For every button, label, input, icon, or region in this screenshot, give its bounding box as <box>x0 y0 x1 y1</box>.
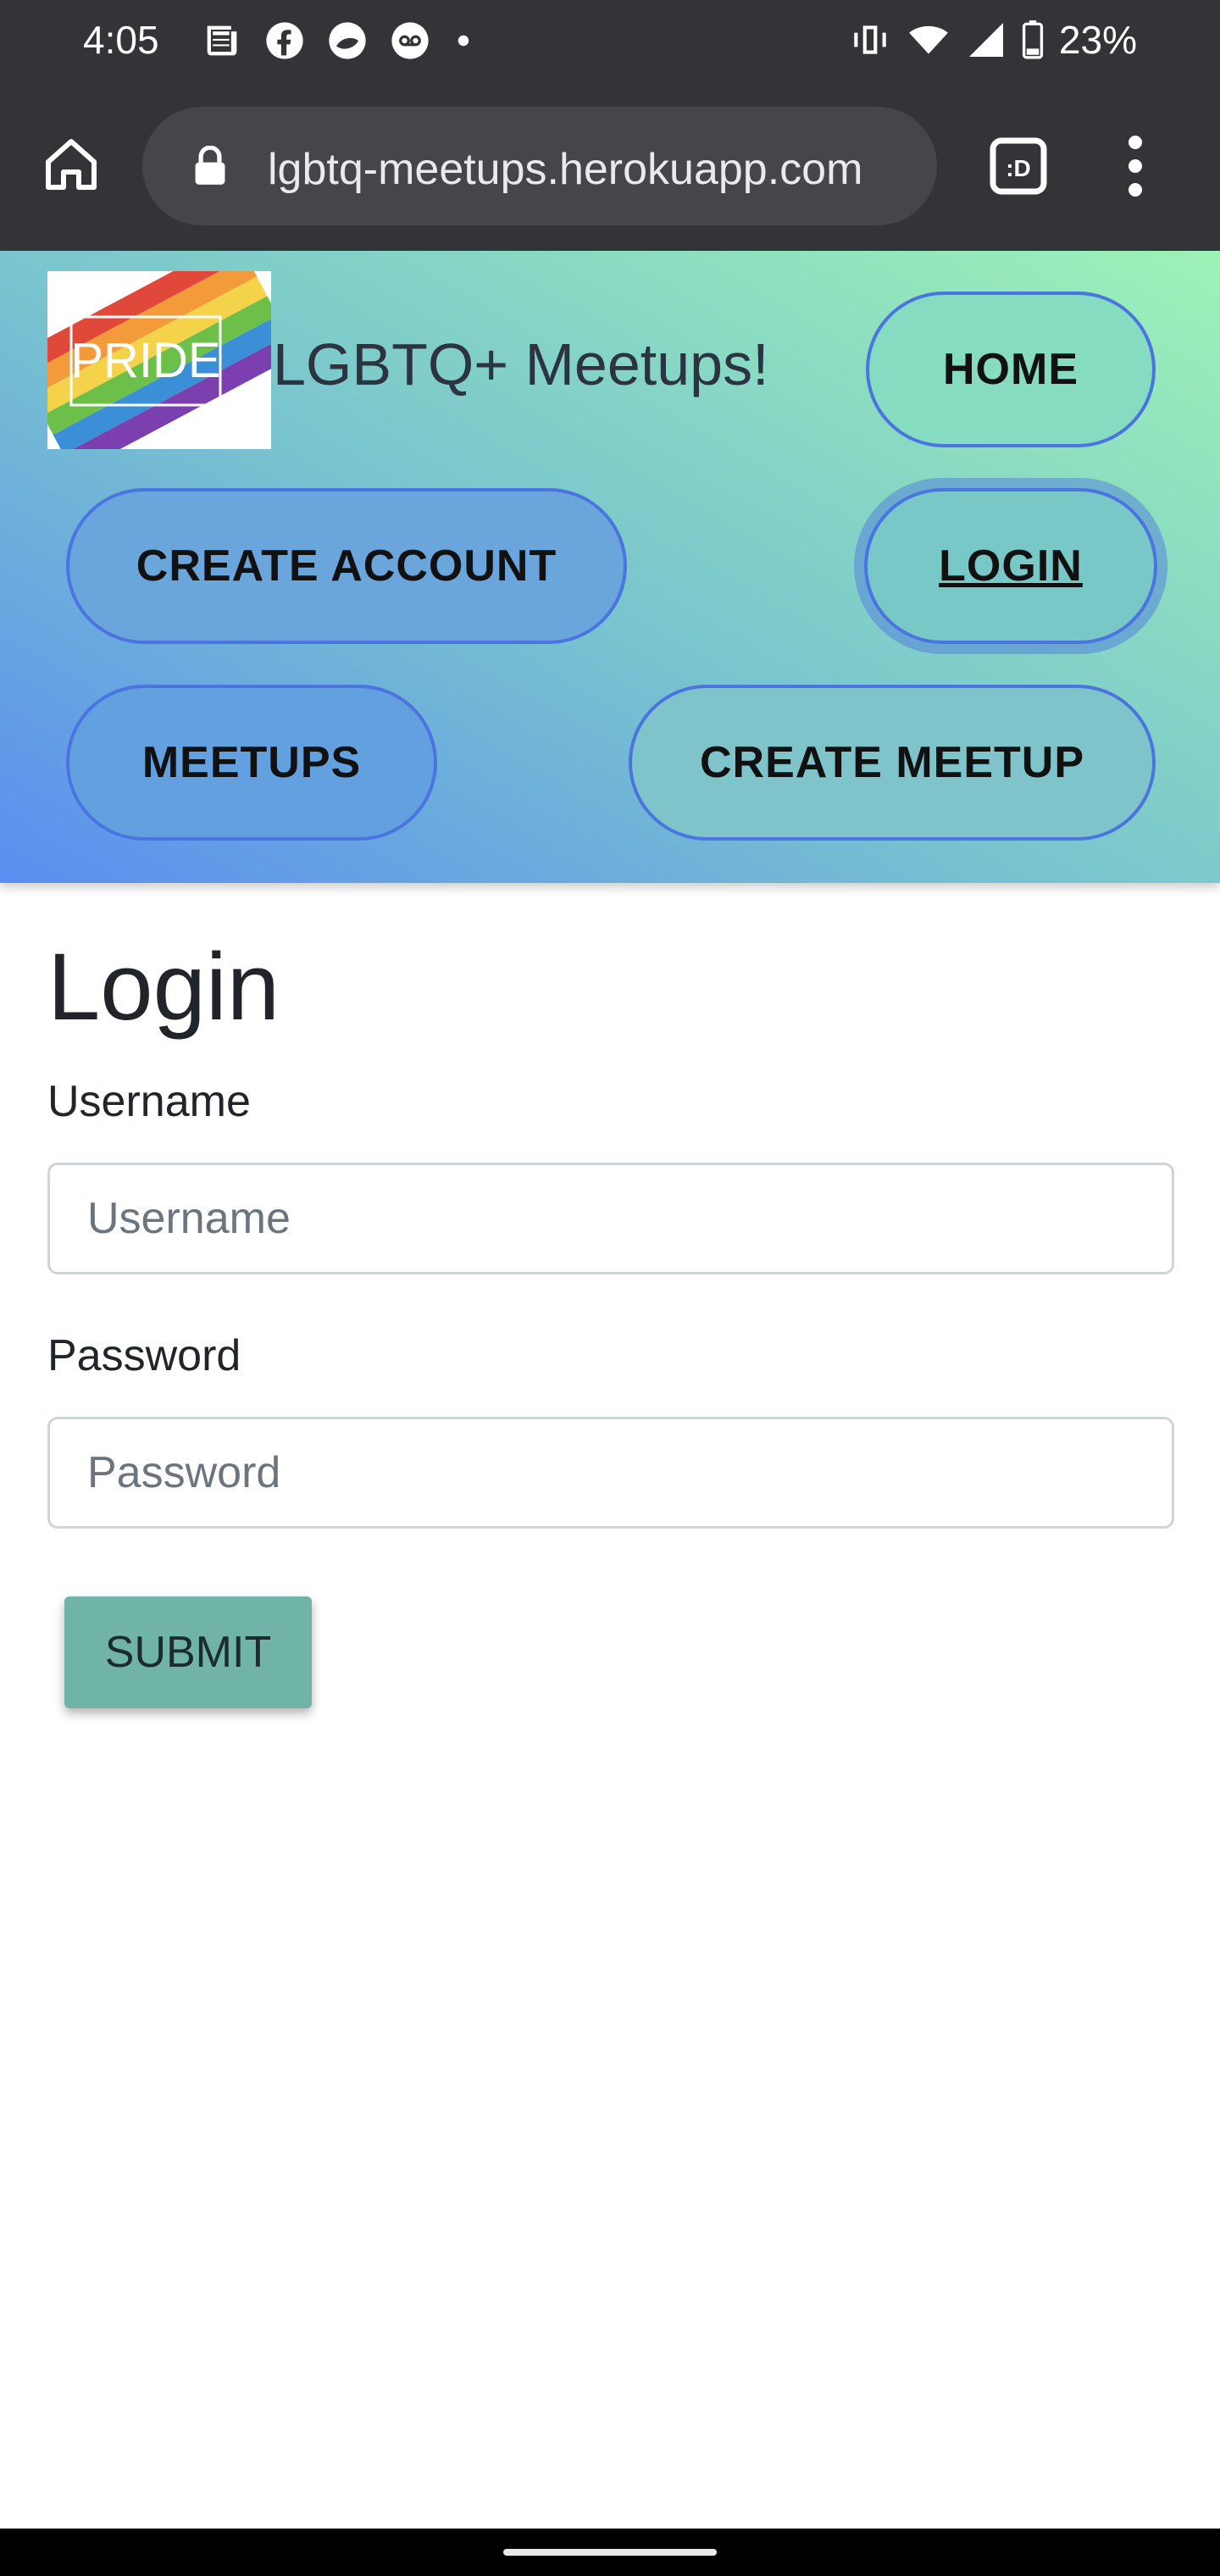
voicemail-icon <box>391 22 429 59</box>
brand-name[interactable]: LGBTQ+ Meetups! <box>273 330 769 398</box>
facebook-icon <box>266 22 303 59</box>
rainbow-brush-icon: PRIDE <box>47 271 271 449</box>
nav-create-account-button[interactable]: CREATE ACCOUNT <box>66 488 627 644</box>
signal-icon <box>968 23 1003 57</box>
password-label: Password <box>47 1331 241 1380</box>
password-input[interactable] <box>47 1417 1174 1529</box>
status-right: 23% <box>849 17 1137 63</box>
tabs-icon[interactable]: :D <box>990 137 1047 195</box>
home-icon[interactable] <box>41 134 102 195</box>
pride-logo[interactable]: PRIDE <box>47 271 271 449</box>
page-title: Login <box>47 934 280 1040</box>
vibrate-icon <box>854 25 886 54</box>
username-input[interactable] <box>47 1163 1174 1274</box>
wifi-icon <box>909 25 948 54</box>
nav-login-button[interactable]: LOGIN <box>864 488 1157 644</box>
browser-toolbar: lgbtq-meetups.herokuapp.com :D <box>0 85 1220 251</box>
tabs-label: :D <box>1006 155 1031 181</box>
username-label: Username <box>47 1077 251 1126</box>
more-menu-icon[interactable] <box>1118 132 1152 200</box>
lock-icon <box>195 146 225 185</box>
app-icon <box>329 22 366 59</box>
battery-icon <box>1022 20 1044 59</box>
news-icon <box>207 25 237 56</box>
nav-home-button[interactable]: HOME <box>866 291 1156 447</box>
url-text: lgbtq-meetups.herokuapp.com <box>268 145 863 194</box>
notification-icons <box>200 19 476 63</box>
dot-icon <box>458 35 469 47</box>
status-bar: 4:05 23% <box>0 0 1220 85</box>
nav-meetups-button[interactable]: MEETUPS <box>66 685 437 841</box>
logo-text: PRIDE <box>70 333 220 388</box>
submit-button[interactable]: SUBMIT <box>64 1596 312 1708</box>
system-nav-bar <box>0 2529 1220 2576</box>
battery-percent: 23% <box>1058 18 1137 62</box>
site-header: PRIDE LGBTQ+ Meetups! HOME CREATE ACCOUN… <box>0 251 1220 883</box>
gesture-handle[interactable] <box>503 2549 717 2556</box>
nav-create-meetup-button[interactable]: CREATE MEETUP <box>629 685 1156 841</box>
address-bar[interactable]: lgbtq-meetups.herokuapp.com <box>142 107 937 225</box>
status-time: 4:05 <box>83 18 159 62</box>
